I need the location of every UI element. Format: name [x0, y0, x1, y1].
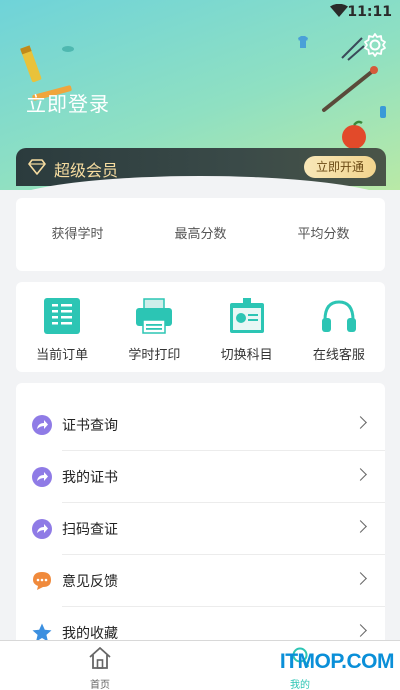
- menu-item-label: 我的证书: [62, 470, 118, 486]
- share-arrow-icon: [32, 415, 52, 435]
- chat-bubble-icon: [33, 572, 51, 590]
- nav-profile-label: 我的: [290, 680, 310, 690]
- menu-item-feedback[interactable]: 意见反馈: [16, 555, 385, 607]
- menu-item-scan-verify[interactable]: 扫码查证: [16, 503, 385, 555]
- action-online-service[interactable]: 在线客服: [293, 282, 385, 372]
- action-current-order[interactable]: 当前订单: [16, 282, 108, 372]
- order-list-icon: [44, 298, 81, 334]
- quick-actions-card: 当前订单 学时打印 切换科目 在线客服: [16, 282, 385, 372]
- menu-item-label: 扫码查证: [62, 522, 118, 538]
- home-icon: [89, 647, 111, 669]
- stat-average-score: 平均分数: [297, 227, 350, 242]
- menu-item-label: 证书查询: [62, 418, 118, 434]
- vip-activate-button[interactable]: 立即开通: [303, 156, 376, 178]
- action-label: 当前订单: [36, 348, 89, 363]
- apple-illustration: [342, 120, 366, 149]
- printer-icon: [136, 298, 173, 334]
- status-bar: 11:11: [0, 0, 400, 26]
- nav-home[interactable]: 首页: [70, 645, 130, 690]
- settings-gear-icon[interactable]: [362, 32, 388, 58]
- wifi-icon: [330, 4, 348, 17]
- login-link[interactable]: 立即登录: [26, 88, 110, 117]
- leaf-illustration: [62, 46, 74, 52]
- profile-header: 11:11 立即登录 超级会员 立即开通: [0, 0, 400, 190]
- headset-icon: [321, 300, 356, 332]
- stat-study-hours: 获得学时: [51, 227, 104, 242]
- vip-label: 超级会员: [54, 161, 119, 180]
- brush-illustration: [322, 66, 378, 112]
- menu-list: 证书查询 我的证书 扫码查证 意见反馈 我的收藏: [16, 383, 385, 653]
- share-arrow-icon: [32, 519, 52, 539]
- action-label: 切换科目: [220, 348, 273, 363]
- action-label: 在线客服: [312, 348, 365, 363]
- diamond-icon: [28, 159, 46, 175]
- menu-item-certificate-query[interactable]: 证书查询: [16, 399, 385, 451]
- shirt-illustration: [298, 36, 308, 48]
- id-card-icon: [229, 298, 264, 333]
- bottle-illustration: [380, 106, 386, 118]
- chevron-right-icon: [354, 572, 367, 585]
- status-time: 11:11: [347, 4, 392, 20]
- nav-home-label: 首页: [90, 680, 110, 690]
- stat-highest-score: 最高分数: [174, 227, 227, 242]
- chevron-right-icon: [354, 416, 367, 429]
- chevron-right-icon: [354, 624, 367, 637]
- menu-item-my-certificates[interactable]: 我的证书: [16, 451, 385, 503]
- menu-item-label: 意见反馈: [62, 574, 118, 590]
- share-arrow-icon: [32, 467, 52, 487]
- action-label: 学时打印: [128, 348, 181, 363]
- stats-card: 获得学时 最高分数 平均分数: [16, 198, 385, 271]
- site-watermark: ITMOP.COM: [279, 650, 395, 673]
- action-switch-subject[interactable]: 切换科目: [201, 282, 293, 372]
- action-hours-print[interactable]: 学时打印: [108, 282, 200, 372]
- chevron-right-icon: [354, 468, 367, 481]
- chevron-right-icon: [354, 520, 367, 533]
